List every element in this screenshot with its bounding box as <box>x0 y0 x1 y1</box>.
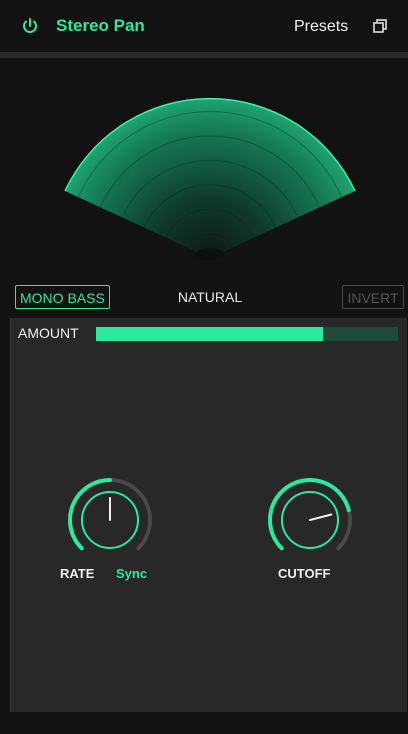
invert-button[interactable]: INVERT <box>342 285 404 309</box>
amount-slider[interactable] <box>96 327 398 341</box>
cutoff-label: CUTOFF <box>278 566 331 581</box>
stereo-fan-graphic <box>64 97 356 260</box>
amount-label: AMOUNT <box>18 325 79 341</box>
stereo-width-visualizer[interactable] <box>10 58 406 316</box>
rate-label: RATE <box>60 566 95 581</box>
natural-mode-button[interactable]: NATURAL <box>170 285 250 309</box>
mono-bass-button[interactable]: MONO BASS <box>15 285 110 309</box>
plugin-header: Stereo Pan Presets <box>0 0 408 52</box>
bottom-bar <box>0 712 408 734</box>
rate-sync-toggle[interactable]: Sync <box>116 566 147 581</box>
rate-knob[interactable] <box>64 472 156 564</box>
plugin-title: Stereo Pan <box>56 16 145 35</box>
presets-button[interactable]: Presets <box>294 18 348 36</box>
amount-slider-fill <box>96 327 323 341</box>
copy-icon[interactable] <box>372 18 388 34</box>
cutoff-knob[interactable] <box>264 472 356 564</box>
power-icon[interactable] <box>20 16 40 36</box>
